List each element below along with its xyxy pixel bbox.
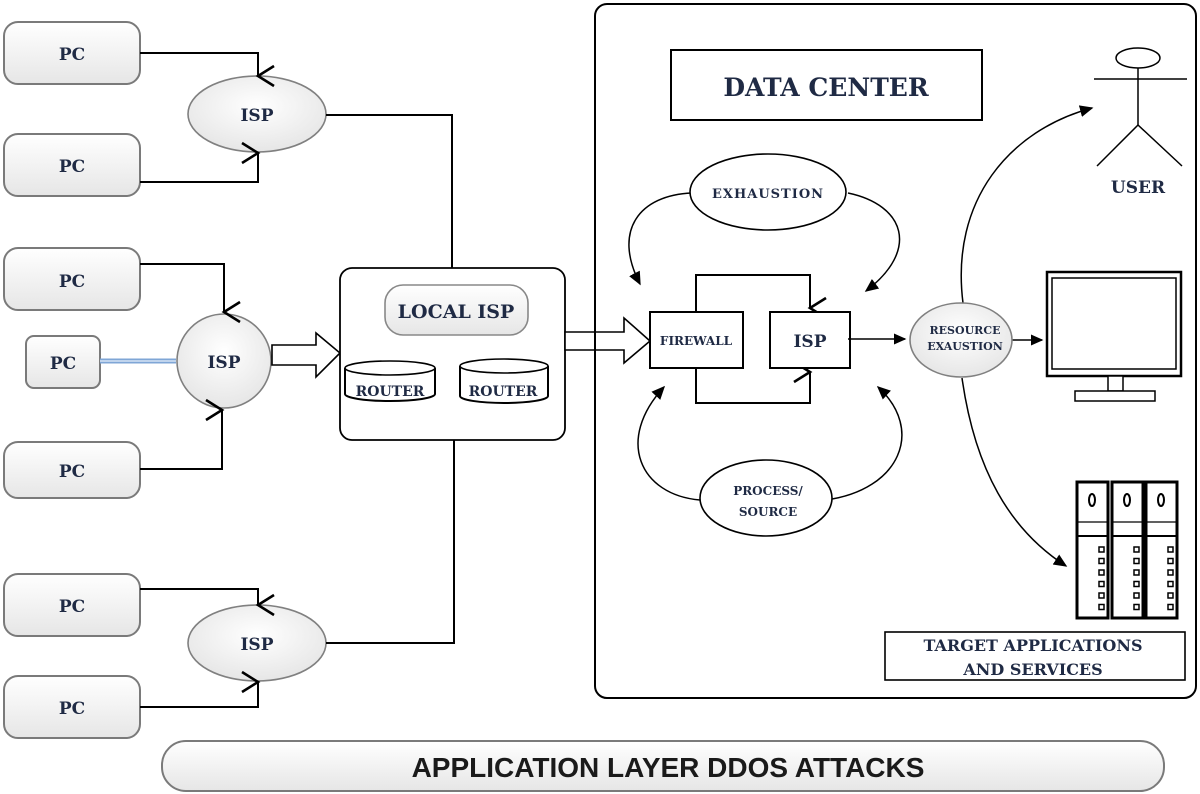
firewall-node: FIREWALL: [649, 311, 744, 369]
server-unit: [1144, 480, 1179, 620]
block-arrow: [271, 331, 342, 379]
router-label: ROUTER: [356, 384, 425, 400]
pc-label: PC: [59, 462, 85, 482]
resource-exhaustion-node: RESOURCE EXAUSTION: [909, 302, 1013, 378]
router-cylinder-icon: ROUTER: [344, 360, 436, 402]
target-label-line-2: AND SERVICES: [962, 660, 1102, 679]
data-center-title: DATA CENTER: [723, 73, 929, 102]
curved-arrow: [637, 385, 701, 501]
connector-line: [140, 670, 261, 708]
connector-line: [140, 398, 225, 470]
data-center-title-box: DATA CENTER: [670, 49, 983, 121]
isp-node: ISP: [187, 75, 327, 153]
server-unit: [1110, 480, 1145, 620]
curved-arrow: [961, 377, 1068, 567]
isp-node: ISP: [176, 313, 272, 409]
server-rack-icon: [1075, 480, 1179, 620]
pc-label: PC: [59, 699, 85, 719]
isp-node: ISP: [187, 604, 327, 682]
server-unit: [1075, 480, 1110, 620]
exhaustion-node: EXHAUSTION: [689, 153, 847, 231]
monitor-icon: [1045, 270, 1183, 402]
exaustion-label: EXAUSTION: [927, 340, 1003, 353]
diagram-title: APPLICATION LAYER DDOS ATTACKS: [412, 752, 925, 783]
process-label: PROCESS/: [733, 484, 803, 498]
router-label: ROUTER: [469, 384, 538, 400]
pc-node: PC: [3, 133, 141, 197]
pc-node: PC: [3, 21, 141, 85]
connector-line: [140, 52, 275, 88]
connector-line: [140, 141, 261, 183]
dc-isp-node: ISP: [769, 311, 851, 369]
user-stick-figure-icon: [1094, 47, 1187, 167]
pc-node: PC: [3, 675, 141, 739]
pc-node: PC: [3, 247, 141, 311]
curved-arrow: [628, 192, 693, 286]
curved-arrow: [825, 385, 903, 501]
connector-line: [695, 360, 813, 404]
pc-label: PC: [50, 354, 76, 374]
pc-node: PC: [3, 441, 141, 499]
pc-label: PC: [59, 157, 85, 177]
pc-node: PC: [3, 573, 141, 637]
user-label: USER: [1111, 178, 1166, 198]
exhaustion-label: EXHAUSTION: [712, 187, 824, 202]
firewall-label: FIREWALL: [660, 334, 733, 348]
pc-label: PC: [59, 597, 85, 617]
isp-label: ISP: [207, 353, 240, 373]
block-arrow: [564, 316, 652, 365]
target-label-box: TARGET APPLICATIONS AND SERVICES: [884, 631, 1186, 681]
local-isp-container: LOCAL ISP: [339, 267, 566, 441]
connector-line: [326, 114, 453, 268]
pc-label: PC: [59, 272, 85, 292]
resource-label: RESOURCE: [930, 324, 1001, 337]
pc-node: PC: [25, 335, 101, 389]
local-isp-label: LOCAL ISP: [398, 301, 515, 323]
curved-arrow: [847, 192, 901, 292]
ddos-diagram: PC PC ISP PC PC PC ISP PC PC ISP LOCAL I…: [3, 3, 1197, 792]
isp-label: ISP: [240, 635, 273, 655]
isp-label: ISP: [240, 106, 273, 126]
connector-line: [695, 274, 827, 320]
target-label-line-1: TARGET APPLICATIONS: [923, 636, 1142, 655]
connector-line: [326, 440, 455, 644]
process-source-node: PROCESS/ SOURCE: [699, 459, 833, 537]
connector-line: [140, 588, 275, 617]
router-cylinder-icon: ROUTER: [459, 358, 549, 404]
source-label: SOURCE: [739, 505, 797, 519]
dc-isp-label: ISP: [793, 332, 826, 352]
pc-label: PC: [59, 45, 85, 65]
connector-line: [140, 263, 241, 324]
title-banner: APPLICATION LAYER DDOS ATTACKS: [161, 740, 1165, 792]
